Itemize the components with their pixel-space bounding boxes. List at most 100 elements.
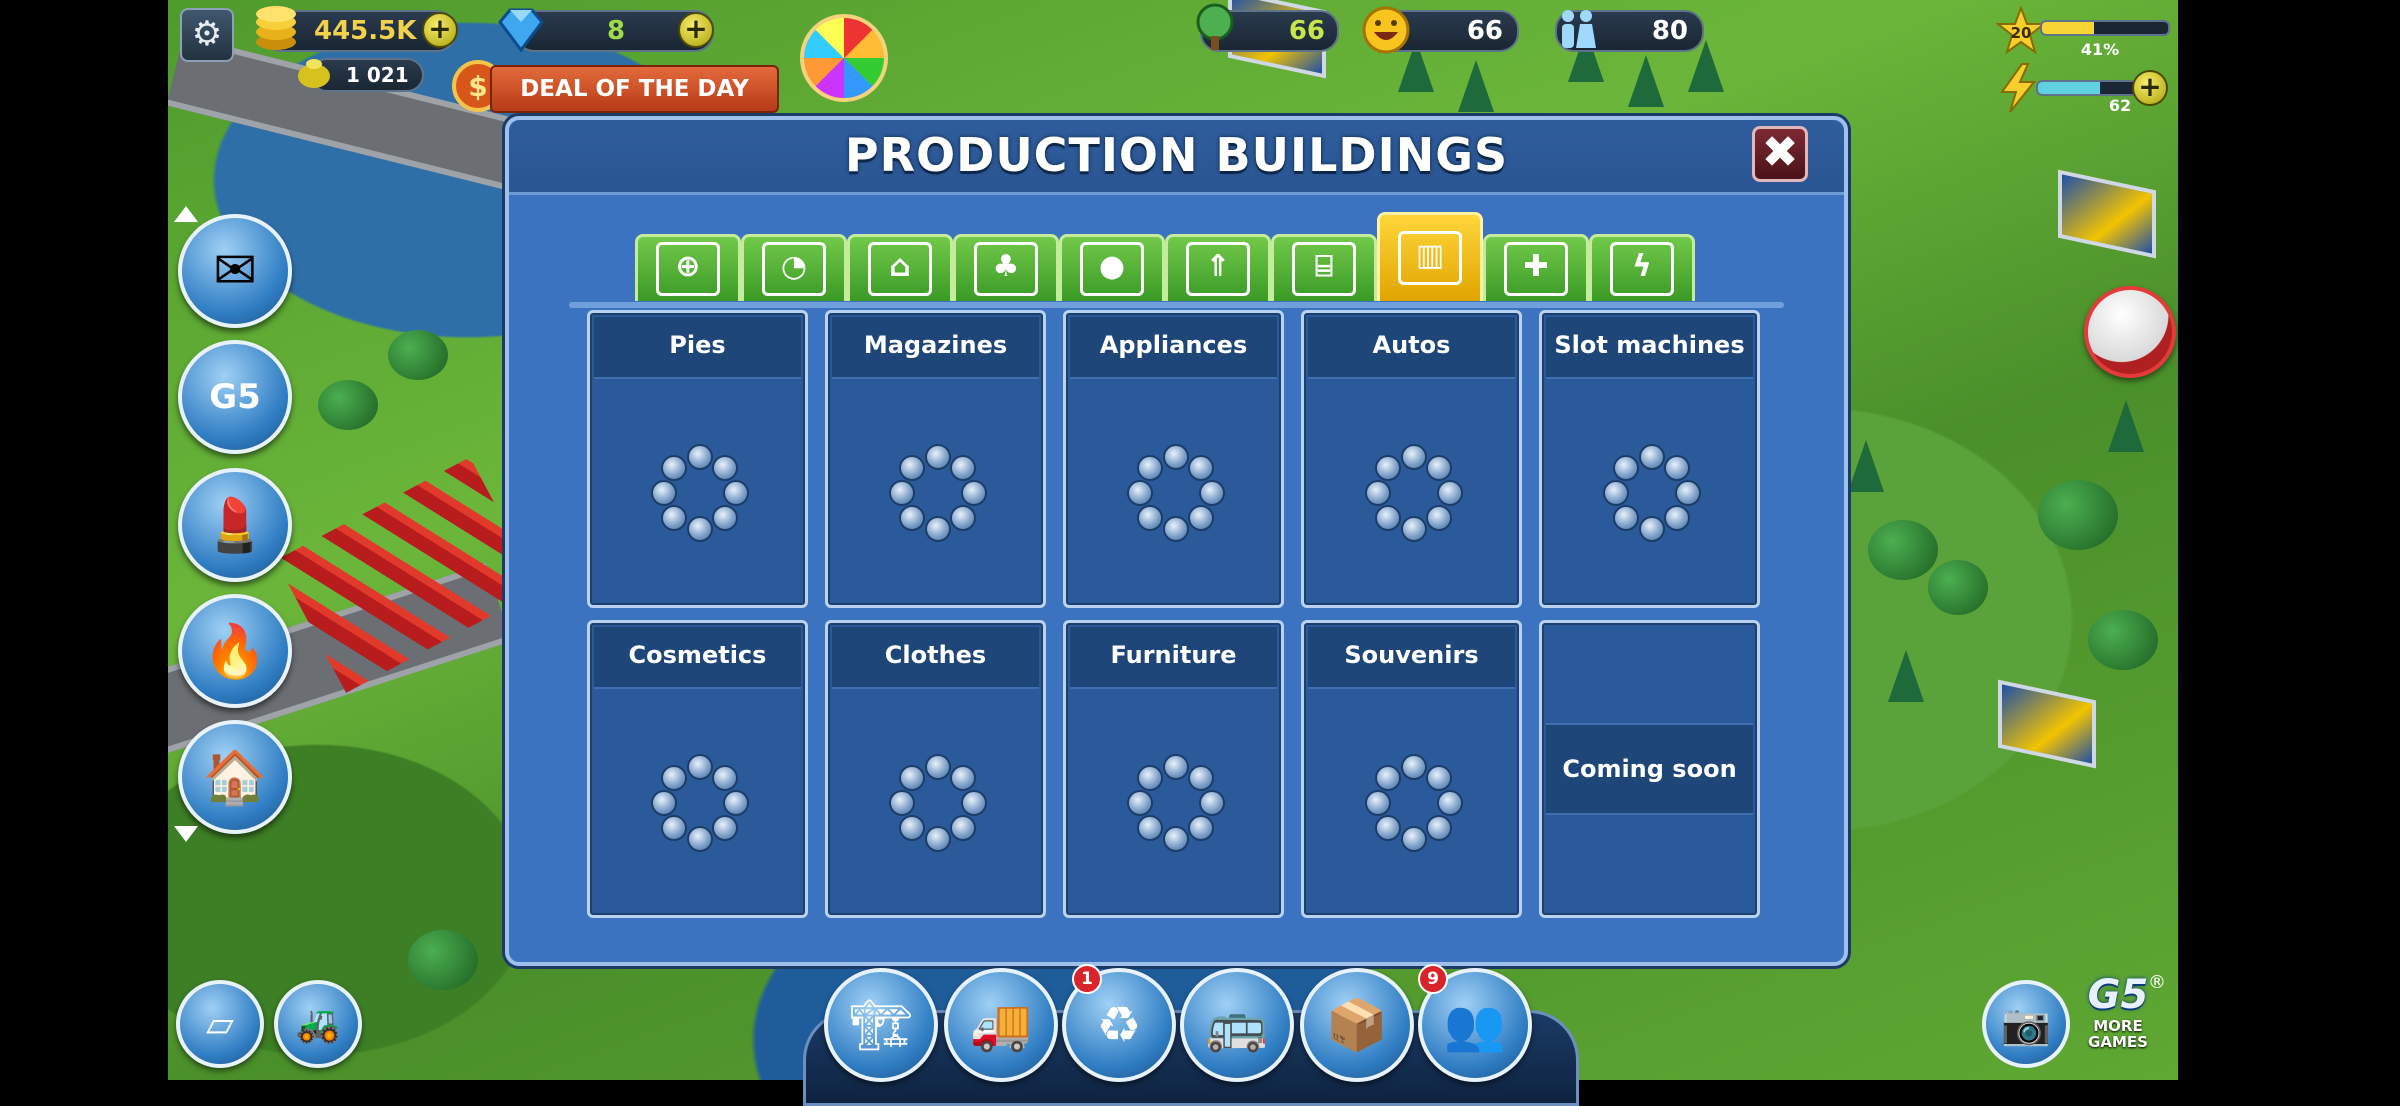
spinner-dot [1162, 826, 1189, 852]
population-icon [1552, 4, 1602, 56]
spinner-dot [1162, 516, 1189, 542]
spinner-dot [1126, 790, 1153, 816]
fire-station-icon: 🔥 [202, 621, 268, 682]
spinner-dot [661, 454, 688, 481]
screenshot-button[interactable]: 📷 [1982, 980, 2070, 1068]
spinner-dot [686, 444, 713, 470]
spinner-dot [650, 790, 677, 816]
registered-mark: ® [2148, 972, 2166, 993]
roads-button[interactable]: ▱ [176, 980, 264, 1068]
card-header: Furniture [1070, 627, 1277, 689]
bulldozer-icon: 🚜 [295, 1004, 341, 1045]
scroll-down-arrow[interactable] [174, 826, 198, 842]
building-card[interactable]: Autos [1301, 310, 1522, 608]
bush [2088, 610, 2158, 670]
card-title: Appliances [1099, 331, 1248, 359]
xp-progress-fill [2042, 22, 2094, 34]
spinner-dot [1400, 754, 1427, 780]
card-header: Magazines [832, 317, 1039, 379]
production-buildings-dialog: PRODUCTION BUILDINGS ✖ ⊕ ◔ ⌂ ♣ ● ⇑ ⌸ ▥ ✚ ϟ Pies Ma… [505, 116, 1848, 966]
tab-battery[interactable]: ϟ [1589, 234, 1695, 301]
spinner-dot [924, 516, 951, 542]
building-card[interactable]: Appliances [1063, 310, 1284, 608]
add-document-icon: ⊕ [656, 242, 720, 296]
recycling-badge: 1 [1072, 964, 1102, 994]
tab-factory[interactable]: ▥ [1377, 212, 1483, 301]
trucks-button[interactable]: 🚚 [944, 968, 1058, 1082]
tab-house[interactable]: ⌂ [847, 234, 953, 301]
storage-button[interactable]: 📦 [1300, 968, 1414, 1082]
deal-of-the-day-button[interactable]: DEAL OF THE DAY [490, 65, 779, 113]
svg-text:$: $ [468, 70, 487, 103]
residential-button[interactable]: 🏠 [178, 720, 292, 834]
tab-bowling[interactable]: ● [1059, 234, 1165, 301]
spinner-dot [949, 764, 976, 791]
tab-government-building[interactable]: ⌸ [1271, 234, 1377, 301]
spinner-dot [1425, 764, 1452, 791]
add-gems-button[interactable]: + [678, 12, 714, 48]
building-card[interactable]: Slot machines [1539, 310, 1760, 608]
spinner-dot [949, 505, 976, 532]
coin-stack-icon [250, 2, 302, 54]
settings-button[interactable]: ⚙ [180, 8, 234, 62]
cosmetics-coins-icon: 💄 [202, 495, 268, 556]
build-button[interactable]: 🏗 [824, 968, 938, 1082]
spinner-dot [1364, 790, 1391, 816]
scroll-up-arrow[interactable] [174, 206, 198, 222]
spinner-dot [1613, 505, 1640, 532]
spinner-dot [722, 480, 749, 506]
bush [1868, 520, 1938, 580]
tree [1628, 55, 1664, 107]
building-card[interactable]: Clothes [825, 620, 1046, 918]
shop-goods-button[interactable]: 💄 [178, 468, 292, 582]
tab-add-document[interactable]: ⊕ [635, 234, 741, 301]
spinner-dot [1162, 754, 1189, 780]
building-card[interactable]: Coming soon [1539, 620, 1760, 918]
add-coins-button[interactable]: + [422, 12, 458, 48]
add-energy-button[interactable]: + [2132, 70, 2168, 106]
tree [1458, 60, 1494, 112]
tab-rocket[interactable]: ⇑ [1165, 234, 1271, 301]
energy-progress-fill [2038, 82, 2100, 94]
card-title: Furniture [1110, 641, 1237, 669]
spinner-dot [1436, 790, 1463, 816]
camera-icon: 📷 [2001, 1001, 2051, 1048]
bush [318, 380, 378, 430]
bulldoze-bin-button[interactable] [2084, 286, 2176, 378]
government-building-icon: ⌸ [1292, 242, 1356, 296]
card-title: Cosmetics [628, 641, 767, 669]
lucky-wheel-icon[interactable] [800, 14, 888, 102]
close-icon: ✖ [1761, 127, 1799, 178]
bulldozer-button[interactable]: 🚜 [274, 980, 362, 1068]
spinner-dot [1126, 480, 1153, 506]
transport-button[interactable]: 🚌 [1180, 968, 1294, 1082]
spinner-dot [711, 505, 738, 532]
card-header: Souvenirs [1308, 627, 1515, 689]
building-card[interactable]: Souvenirs [1301, 620, 1522, 918]
building-card[interactable]: Pies [587, 310, 808, 608]
more-games-button[interactable]: G5 MORE GAMES ® [2068, 972, 2168, 1072]
fire-station-button[interactable]: 🔥 [178, 594, 292, 708]
tab-park-tree[interactable]: ♣ [953, 234, 1059, 301]
building-card[interactable]: Cosmetics [587, 620, 808, 918]
card-title: Souvenirs [1344, 641, 1479, 669]
spinner-dot [1436, 480, 1463, 506]
spinner-dot [661, 815, 688, 842]
bush [408, 930, 478, 990]
xp-percent: 41% [2080, 40, 2120, 59]
spinner-dot [924, 826, 951, 852]
g5-games-button[interactable]: G5 [178, 340, 292, 454]
mail-button[interactable]: ✉ [178, 214, 292, 328]
spinner-dot [899, 815, 926, 842]
building-card[interactable]: Magazines [825, 310, 1046, 608]
tab-shield-plus[interactable]: ✚ [1483, 234, 1589, 301]
spinner-dot [1425, 505, 1452, 532]
tab-leisure[interactable]: ◔ [741, 234, 847, 301]
tab-strip [569, 302, 1784, 308]
close-button[interactable]: ✖ [1752, 126, 1808, 182]
spinner-dot [1198, 480, 1225, 506]
coming-soon-label: Coming soon [1546, 723, 1753, 815]
building-card[interactable]: Furniture [1063, 620, 1284, 918]
spinner-dot [1187, 454, 1214, 481]
spinner-dot [1187, 815, 1214, 842]
